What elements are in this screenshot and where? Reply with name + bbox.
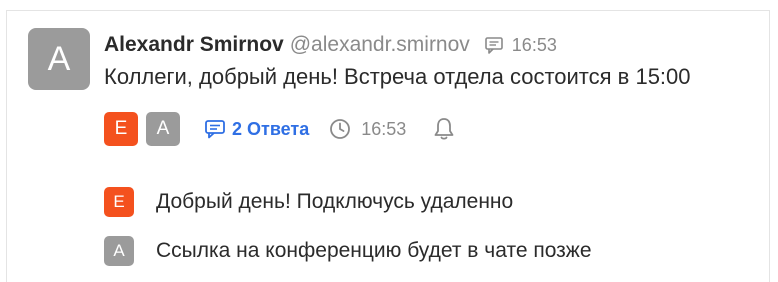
- author-name[interactable]: Alexandr Smirnov: [104, 33, 284, 57]
- reply-text: Ссылка на конференцию будет в чате позже: [156, 239, 592, 262]
- message-time: 16:53: [511, 34, 557, 55]
- replies-link[interactable]: 2 Ответа: [204, 119, 309, 140]
- replies-icon: [205, 120, 225, 139]
- participant-avatar[interactable]: E: [104, 112, 138, 146]
- participant-avatar[interactable]: A: [146, 112, 180, 146]
- message-header: Alexandr Smirnov @alexandr.smirnov 16:53: [104, 32, 557, 58]
- author-handle: @alexandr.smirnov: [289, 33, 470, 56]
- replies-count[interactable]: 2 Ответа: [232, 119, 309, 140]
- bell-icon[interactable]: [432, 116, 456, 142]
- reply-item: E Добрый день! Подключусь удаленно: [104, 187, 513, 217]
- reply-avatar[interactable]: A: [104, 236, 134, 266]
- author-avatar[interactable]: A: [28, 28, 90, 90]
- message-text: Коллеги, добрый день! Встреча отдела сос…: [104, 64, 691, 89]
- reply-item: A Ссылка на конференцию будет в чате поз…: [104, 236, 592, 266]
- thread-icon: [484, 37, 503, 54]
- clock-icon: [330, 119, 351, 139]
- reply-text: Добрый день! Подключусь удаленно: [156, 190, 514, 213]
- reply-avatar[interactable]: E: [104, 187, 134, 217]
- last-reply-time: 16:53: [361, 118, 407, 139]
- thread-summary: E A 2 Ответа 16:53: [104, 112, 456, 146]
